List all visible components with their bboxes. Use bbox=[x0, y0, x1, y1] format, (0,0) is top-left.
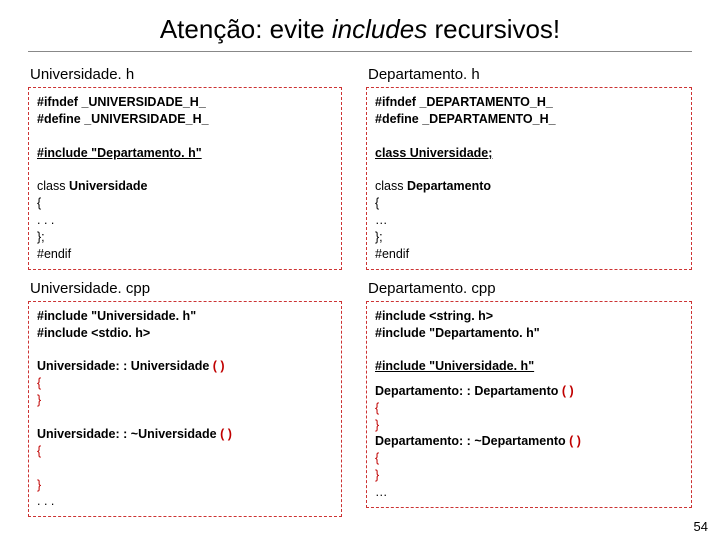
code-line: #include "Departamento. h" bbox=[375, 325, 683, 342]
spacer bbox=[37, 128, 333, 145]
code-line: Universidade: : ~Universidade ( ) bbox=[37, 426, 333, 443]
code-line: class Universidade bbox=[37, 178, 333, 195]
file-name-universidade-h: Universidade. h bbox=[30, 66, 342, 83]
code-line: class Departamento bbox=[375, 178, 683, 195]
code-line-fwd-decl: class Universidade; bbox=[375, 145, 683, 162]
code-line: Departamento: : ~Departamento ( ) bbox=[375, 433, 683, 450]
code-line: #endif bbox=[37, 246, 333, 263]
code-line: #ifndef _UNIVERSIDADE_H_ bbox=[37, 94, 333, 111]
spacer bbox=[375, 128, 683, 145]
code-line: }; bbox=[37, 229, 333, 246]
kw-class: class bbox=[375, 179, 407, 193]
file-name-universidade-cpp: Universidade. cpp bbox=[30, 280, 342, 297]
code-line: Departamento: : Departamento ( ) bbox=[375, 383, 683, 400]
code-line: { bbox=[375, 400, 683, 417]
spacer bbox=[375, 375, 683, 383]
left-column: Universidade. h #ifndef _UNIVERSIDADE_H_… bbox=[28, 62, 360, 527]
class-name: Departamento bbox=[407, 179, 491, 193]
code-line: #define _UNIVERSIDADE_H_ bbox=[37, 111, 333, 128]
code-departamento-cpp: #include <string. h> #include "Departame… bbox=[366, 301, 692, 508]
slide: Atenção: evite includes recursivos! Univ… bbox=[0, 0, 720, 540]
code-line: #include <stdio. h> bbox=[37, 325, 333, 342]
code-line: { bbox=[37, 443, 333, 460]
code-line-include: #include "Universidade. h" bbox=[375, 358, 683, 375]
code-line: … bbox=[375, 484, 683, 501]
class-name: Universidade bbox=[69, 179, 148, 193]
code-line: } bbox=[375, 417, 683, 434]
code-line: #include "Universidade. h" bbox=[37, 308, 333, 325]
code-universidade-cpp: #include "Universidade. h" #include <std… bbox=[28, 301, 342, 518]
code-line: #define _DEPARTAMENTO_H_ bbox=[375, 111, 683, 128]
parens: ( ) bbox=[569, 434, 581, 448]
spacer bbox=[37, 342, 333, 359]
right-column: Departamento. h #ifndef _DEPARTAMENTO_H_… bbox=[360, 62, 692, 527]
spacer bbox=[37, 162, 333, 179]
title-post: recursivos! bbox=[427, 14, 560, 44]
code-line: { bbox=[37, 195, 333, 212]
code-line: Universidade: : Universidade ( ) bbox=[37, 358, 333, 375]
parens: ( ) bbox=[213, 359, 225, 373]
slide-number: 54 bbox=[694, 519, 708, 534]
code-line: … bbox=[375, 212, 683, 229]
file-name-departamento-h: Departamento. h bbox=[368, 66, 692, 83]
divider bbox=[28, 51, 692, 52]
code-line: } bbox=[37, 392, 333, 409]
code-line: { bbox=[37, 375, 333, 392]
slide-title: Atenção: evite includes recursivos! bbox=[0, 0, 720, 51]
kw-class: class bbox=[37, 179, 69, 193]
parens: ( ) bbox=[220, 427, 232, 441]
code-line: { bbox=[375, 195, 683, 212]
dtor: Departamento: : ~Departamento bbox=[375, 434, 569, 448]
code-line: #endif bbox=[375, 246, 683, 263]
code-departamento-h: #ifndef _DEPARTAMENTO_H_ #define _DEPART… bbox=[366, 87, 692, 270]
file-name-departamento-cpp: Departamento. cpp bbox=[368, 280, 692, 297]
columns: Universidade. h #ifndef _UNIVERSIDADE_H_… bbox=[0, 62, 720, 527]
spacer bbox=[37, 409, 333, 426]
ctor: Departamento: : Departamento bbox=[375, 384, 562, 398]
spacer bbox=[375, 342, 683, 359]
code-line: } bbox=[375, 467, 683, 484]
spacer bbox=[37, 460, 333, 477]
code-line: #ifndef _DEPARTAMENTO_H_ bbox=[375, 94, 683, 111]
parens: ( ) bbox=[562, 384, 574, 398]
code-line: #include <string. h> bbox=[375, 308, 683, 325]
dtor: Universidade: : ~Universidade bbox=[37, 427, 220, 441]
spacer bbox=[375, 162, 683, 179]
code-line: { bbox=[375, 450, 683, 467]
title-italic: includes bbox=[332, 14, 427, 44]
code-line: }; bbox=[375, 229, 683, 246]
code-line-include: #include "Departamento. h" bbox=[37, 145, 333, 162]
code-line: } bbox=[37, 477, 333, 494]
ctor: Universidade: : Universidade bbox=[37, 359, 213, 373]
code-line: . . . bbox=[37, 493, 333, 510]
title-pre: Atenção: evite bbox=[160, 14, 332, 44]
code-universidade-h: #ifndef _UNIVERSIDADE_H_ #define _UNIVER… bbox=[28, 87, 342, 270]
code-line: . . . bbox=[37, 212, 333, 229]
